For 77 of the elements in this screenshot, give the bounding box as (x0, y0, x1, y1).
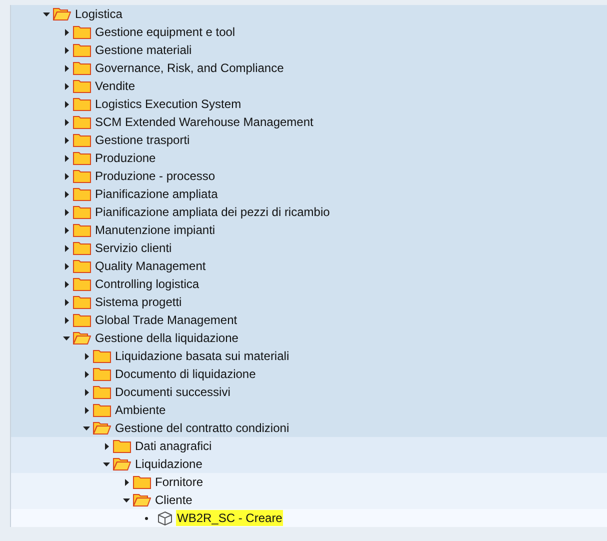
tree-item[interactable]: Vendite (94, 78, 136, 94)
open-folder-icon (53, 7, 71, 21)
collapse-arrow-icon[interactable] (62, 334, 71, 342)
expand-arrow-icon[interactable] (62, 118, 71, 126)
tree-item[interactable]: Servizio clienti (94, 240, 173, 256)
expand-arrow-icon[interactable] (62, 82, 71, 90)
folder-icon (73, 169, 91, 183)
expand-arrow-icon[interactable] (62, 64, 71, 72)
tree-item[interactable]: Produzione (94, 150, 157, 166)
tree-item[interactable]: Manutenzione impianti (94, 222, 216, 238)
tree-item[interactable]: Controlling logistica (94, 276, 200, 292)
folder-icon (93, 367, 111, 381)
open-folder-icon (73, 331, 91, 345)
tree-item[interactable]: Documenti successivi (114, 384, 232, 400)
folder-icon (73, 61, 91, 75)
tree-item[interactable]: Fornitore (154, 474, 204, 490)
cube-icon (157, 510, 173, 526)
tree-item[interactable]: Dati anagrafici (134, 438, 213, 454)
collapse-arrow-icon[interactable] (102, 460, 111, 468)
tree-item[interactable]: WB2R_SC - Creare (176, 510, 284, 526)
folder-icon (73, 241, 91, 255)
expand-arrow-icon[interactable] (62, 136, 71, 144)
folder-icon (73, 43, 91, 57)
folder-icon (73, 259, 91, 273)
expand-arrow-icon[interactable] (62, 244, 71, 252)
tree-item[interactable]: Gestione materiali (94, 42, 193, 58)
collapse-arrow-icon[interactable] (42, 10, 51, 18)
folder-icon (73, 97, 91, 111)
folder-icon (73, 313, 91, 327)
folder-icon (73, 151, 91, 165)
expand-arrow-icon[interactable] (62, 154, 71, 162)
collapse-arrow-icon[interactable] (82, 424, 91, 432)
folder-icon (93, 385, 111, 399)
folder-icon (93, 349, 111, 363)
expand-arrow-icon[interactable] (62, 190, 71, 198)
collapse-arrow-icon[interactable] (122, 496, 131, 504)
tree-item[interactable]: Cliente (154, 492, 194, 508)
folder-icon (93, 403, 111, 417)
expand-arrow-icon[interactable] (102, 442, 111, 450)
tree-item[interactable]: Produzione - processo (94, 168, 216, 184)
expand-arrow-icon[interactable] (62, 208, 71, 216)
bullet-icon (145, 516, 148, 520)
tree-item[interactable]: Pianificazione ampliata (94, 186, 219, 202)
folder-icon (73, 25, 91, 39)
folder-icon (73, 277, 91, 291)
expand-arrow-icon[interactable] (62, 46, 71, 54)
open-folder-icon (133, 493, 151, 507)
expand-arrow-icon[interactable] (62, 172, 71, 180)
expand-arrow-icon[interactable] (122, 478, 131, 486)
expand-arrow-icon[interactable] (62, 28, 71, 36)
folder-icon (73, 223, 91, 237)
expand-arrow-icon[interactable] (62, 280, 71, 288)
tree-item[interactable]: Sistema progetti (94, 294, 183, 310)
expand-arrow-icon[interactable] (82, 406, 91, 414)
folder-icon (73, 205, 91, 219)
tree-item[interactable]: Logistica (74, 6, 124, 22)
folder-icon (73, 115, 91, 129)
expand-arrow-icon[interactable] (62, 226, 71, 234)
folder-icon (133, 475, 151, 489)
expand-arrow-icon[interactable] (62, 262, 71, 270)
folder-icon (73, 187, 91, 201)
expand-arrow-icon[interactable] (82, 370, 91, 378)
folder-icon (73, 295, 91, 309)
folder-icon (73, 133, 91, 147)
tree-item[interactable]: Ambiente (114, 402, 167, 418)
tree-item[interactable]: Liquidazione (134, 456, 204, 472)
expand-arrow-icon[interactable] (62, 316, 71, 324)
open-folder-icon (113, 457, 131, 471)
tree-item[interactable]: Gestione trasporti (94, 132, 191, 148)
expand-arrow-icon[interactable] (62, 298, 71, 306)
folder-icon (113, 439, 131, 453)
tree-item[interactable]: Quality Management (94, 258, 207, 274)
expand-arrow-icon[interactable] (82, 352, 91, 360)
folder-icon (73, 79, 91, 93)
open-folder-icon (93, 421, 111, 435)
expand-arrow-icon[interactable] (62, 100, 71, 108)
expand-arrow-icon[interactable] (82, 388, 91, 396)
